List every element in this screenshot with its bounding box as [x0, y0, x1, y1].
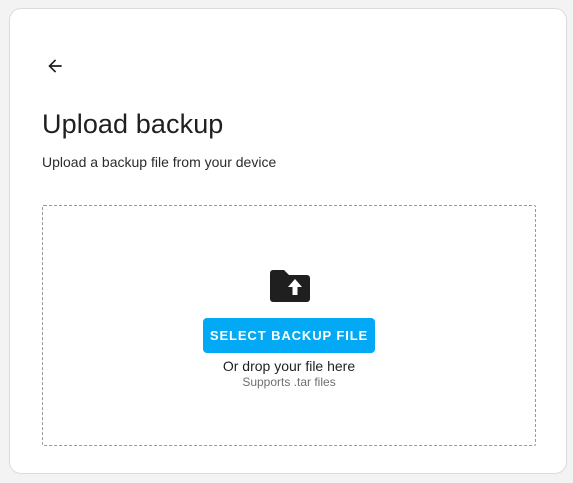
- supported-formats-text: Supports .tar files: [242, 375, 336, 389]
- upload-backup-dialog: Upload backup Upload a backup file from …: [9, 8, 567, 474]
- drop-file-text: Or drop your file here: [222, 358, 356, 374]
- dialog-subtitle: Upload a backup file from your device: [42, 154, 277, 170]
- folder-upload-icon: [270, 270, 310, 302]
- select-backup-file-button[interactable]: SELECT BACKUP FILE: [203, 318, 375, 353]
- back-button[interactable]: [40, 51, 70, 81]
- dialog-title: Upload backup: [42, 109, 224, 139]
- file-dropzone[interactable]: SELECT BACKUP FILE Or drop your file her…: [42, 205, 536, 446]
- arrow-left-icon: [48, 59, 62, 73]
